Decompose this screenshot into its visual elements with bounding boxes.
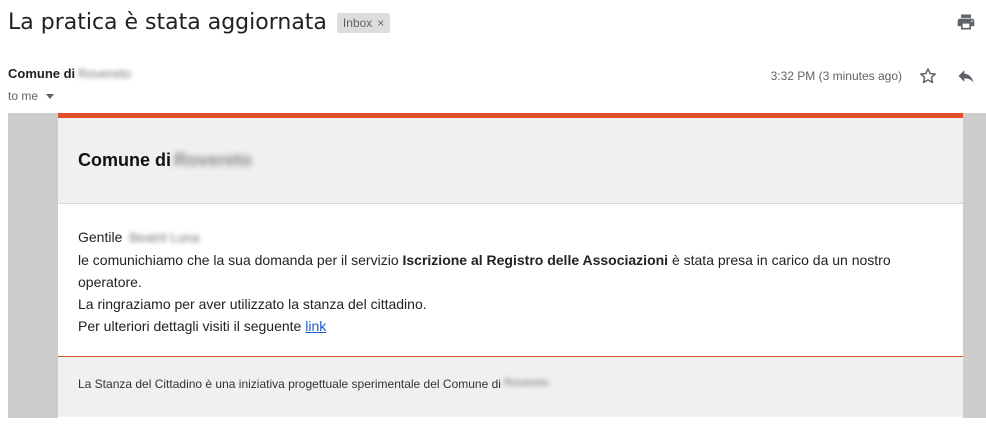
greeting: Gentile xyxy=(78,229,123,245)
details-link[interactable]: link xyxy=(305,318,326,334)
print-icon[interactable] xyxy=(956,12,976,32)
message-card: Comune di Rovereto Gentile Beatrit Luna … xyxy=(58,113,963,418)
greeting-name-redacted: Beatrit Luna xyxy=(129,230,200,245)
email-subject: La pratica è stata aggiornata xyxy=(8,10,327,35)
reply-icon[interactable] xyxy=(954,64,978,88)
recipient-details-toggle[interactable]: to me xyxy=(8,89,55,103)
recipient-label: to me xyxy=(8,89,39,103)
sender-name: Comune di Rovereto xyxy=(8,66,131,81)
message-header-title: Comune di Rovereto xyxy=(78,150,252,171)
footer-text: La Stanza del Cittadino è una iniziativa… xyxy=(78,377,501,391)
sender-redacted: Rovereto xyxy=(78,66,131,81)
paragraph-line-3: Per ulteriori dettagli visiti il seguent… xyxy=(78,315,943,337)
message-text: Gentile Beatrit Luna le comunichiamo che… xyxy=(58,204,963,357)
line1-before: le comunichiamo che la sua domanda per i… xyxy=(78,252,403,268)
message-body-frame: Comune di Rovereto Gentile Beatrit Luna … xyxy=(8,113,986,418)
header-prefix: Comune di xyxy=(78,150,171,170)
message-footer: La Stanza del Cittadino è una iniziativa… xyxy=(58,357,963,417)
line3-before: Per ulteriori dettagli visiti il seguent… xyxy=(78,318,306,334)
timestamp: 3:32 PM (3 minutes ago) xyxy=(770,69,902,83)
caret-down-icon xyxy=(46,94,55,99)
sender-prefix: Comune di xyxy=(8,66,76,81)
paragraph-line-1: le comunichiamo che la sua domanda per i… xyxy=(78,249,943,293)
inbox-label-text: Inbox xyxy=(342,15,373,30)
service-name: Iscrizione al Registro delle Associazion… xyxy=(402,252,669,268)
message-header: Comune di Rovereto xyxy=(58,118,963,204)
header-redacted: Rovereto xyxy=(174,150,253,170)
greeting-line: Gentile Beatrit Luna xyxy=(78,226,943,249)
footer-redacted: Rovereto xyxy=(503,377,549,389)
remove-label-button[interactable]: × xyxy=(377,16,384,30)
message-meta: 3:32 PM (3 minutes ago) xyxy=(771,64,978,88)
star-icon[interactable] xyxy=(916,64,940,88)
paragraph-line-2: La ringraziamo per aver utilizzato la st… xyxy=(78,296,427,312)
email-subject-row: La pratica è stata aggiornata Inbox × xyxy=(8,10,391,35)
inbox-label-chip[interactable]: Inbox × xyxy=(336,12,391,33)
